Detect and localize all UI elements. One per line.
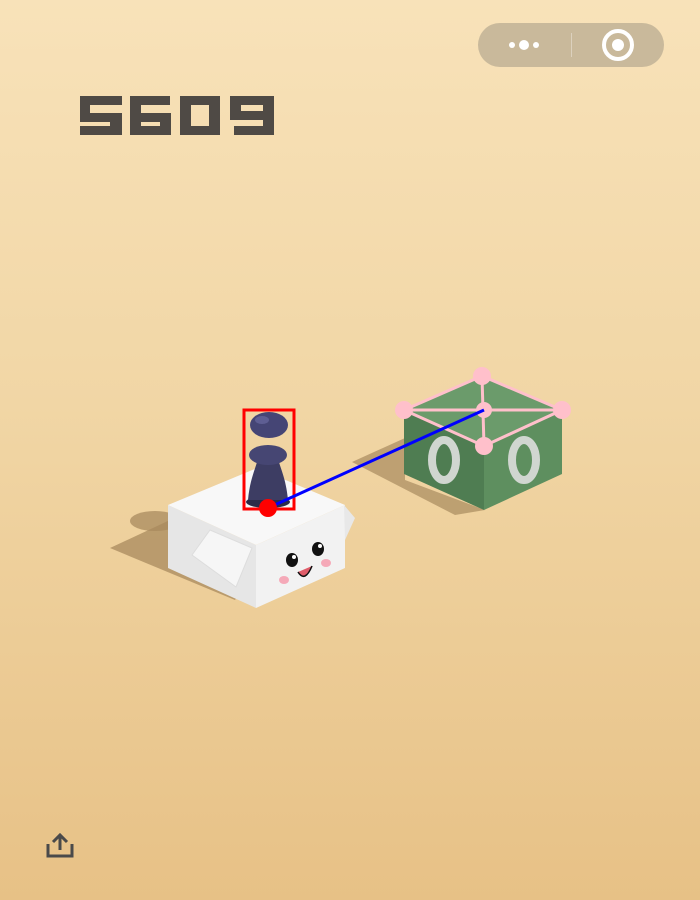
face-eye-left: [286, 553, 298, 567]
share-button[interactable]: [40, 830, 80, 866]
share-upload-icon: [46, 832, 74, 858]
face-cheek-right: [321, 559, 331, 567]
player-anchor-point: [259, 499, 277, 517]
player-piece-head-shine: [255, 416, 269, 424]
face-cheek-left: [279, 576, 289, 584]
close-button[interactable]: [572, 23, 664, 67]
more-button[interactable]: [478, 23, 571, 67]
score-digit: [180, 96, 220, 135]
player-piece: [246, 412, 290, 508]
score-display: 5609: [78, 78, 282, 148]
score-digit: [230, 96, 274, 135]
target-marker-point: [553, 401, 571, 419]
more-dots-icon: [509, 40, 539, 50]
menu-capsule: [478, 23, 664, 67]
score-digit: [130, 96, 171, 135]
face-eye-right: [312, 542, 324, 556]
start-block-flap: [344, 505, 355, 540]
player-piece-head: [250, 412, 288, 438]
target-marker-point: [475, 437, 493, 455]
face-eye-right-shine: [318, 544, 322, 548]
close-target-icon: [602, 29, 634, 61]
player-piece-neck: [249, 445, 287, 465]
score-digit: [80, 96, 122, 135]
face-eye-left-shine: [292, 555, 296, 559]
score-digits: [80, 96, 274, 135]
target-marker-point: [395, 401, 413, 419]
target-marker-point: [473, 367, 491, 385]
